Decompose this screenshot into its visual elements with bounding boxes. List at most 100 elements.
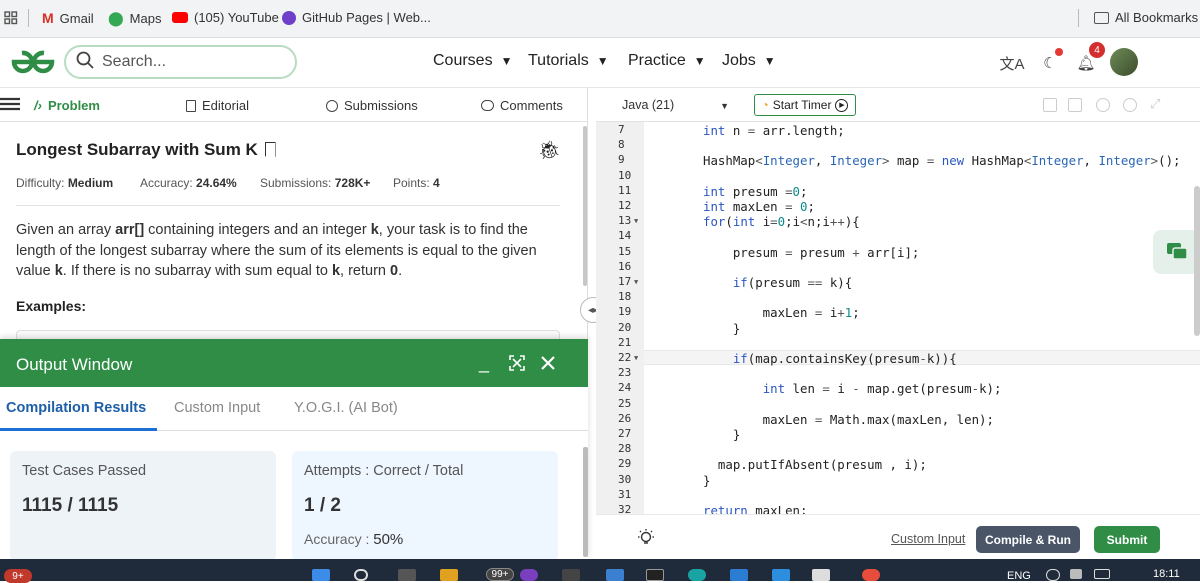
file-explorer-icon[interactable] [440,569,458,581]
accuracy: Accuracy: 24.64% [140,176,237,190]
bookmark-github-pages[interactable]: GitHub Pages | Web... [282,10,431,25]
edge-icon[interactable] [688,569,706,581]
desc-bold: k [54,263,63,279]
play-icon: ▶ [835,98,849,112]
task-view-icon[interactable] [398,569,416,581]
desc-text: Given an array [16,222,116,238]
mail-badge[interactable]: 99+ [486,568,514,581]
input-language[interactable]: ENG [1007,570,1031,582]
clock-icon [326,99,338,112]
expand-icon[interactable] [509,355,525,376]
copy-icon[interactable] [1043,98,1057,112]
line-number: 14 [618,229,632,243]
tab-yogi-ai-bot[interactable]: Y.O.G.I. (AI Bot) [294,400,398,416]
app-icon[interactable] [812,569,830,581]
code-line: HashMap<Integer, Integer> map = new Hash… [703,153,1181,169]
tab-comments[interactable]: Comments [481,98,563,113]
output-window-title: Output Window [16,355,133,374]
wifi-icon[interactable] [1046,569,1060,581]
nav-practice[interactable]: Practice ▼ [628,52,706,70]
code-area[interactable]: int n = arr.length; HashMap<Integer, Inte… [644,122,1200,514]
scrollbar[interactable] [583,447,588,557]
windows-start-icon[interactable] [312,569,330,581]
fold-arrow-icon[interactable]: ▼ [634,278,638,286]
points-value: 4 [433,176,440,190]
search-box[interactable]: Search... [64,45,297,79]
tab-custom-input[interactable]: Custom Input [174,400,260,416]
gfg-logo[interactable] [10,48,56,83]
bookmark-maps[interactable]: ⬤ Maps [108,10,161,27]
accuracy-row: Accuracy : 50% [304,531,403,548]
vscode-icon[interactable] [772,569,790,581]
desc-text: containing integers and an integer [144,222,371,238]
tab-editorial[interactable]: Editorial [186,98,249,113]
code-line: } [703,427,741,442]
nav-label: Jobs [722,52,756,69]
code-line: int presum =0; [703,183,808,199]
site-header: Search... Courses ▼ Tutorials ▼ Practice ▼ … [0,38,1200,88]
fullscreen-icon[interactable]: ⤢ [1150,96,1160,112]
line-number: 31 [618,487,632,501]
chevron-down-icon: ▼ [720,101,730,111]
search-icon[interactable] [354,569,368,581]
menu-icon[interactable] [0,97,20,111]
dark-mode-dot [1055,48,1063,56]
chrome-icon[interactable] [862,569,880,581]
code-line: maxLen = Math.max(maxLen, len); [703,411,994,427]
avatar[interactable] [1110,48,1138,76]
reset-icon[interactable] [1123,98,1137,112]
nav-label: Courses [433,52,493,69]
accuracy-label: Accuracy : [304,531,370,547]
language-select[interactable]: Java (21) ▼ [622,98,729,112]
nav-jobs[interactable]: Jobs ▼ [722,52,776,70]
line-number: 20 [618,320,632,334]
os-taskbar: 9+ 99+ ENG 18:11 [0,559,1200,583]
examples-heading: Examples: [16,298,87,314]
start-timer-button[interactable]: ◔ Start Timer ▶ [754,94,856,116]
tab-label: Submissions [344,98,418,113]
export-icon[interactable] [1068,98,1082,112]
compile-run-button[interactable]: Compile & Run [976,526,1080,553]
bookmark-gmail[interactable]: M Gmail [42,10,94,26]
apps-grid-icon[interactable] [4,11,18,25]
scrollbar[interactable] [1194,186,1200,336]
app-icon[interactable] [562,569,580,581]
difficulty-value: Medium [67,176,114,190]
app-icon[interactable] [520,569,538,581]
scrollbar[interactable] [583,126,587,286]
custom-input-link[interactable]: Custom Input [891,532,965,546]
notification-badge: 4 [1089,42,1105,58]
battery-icon[interactable] [1094,569,1110,579]
fold-arrow-icon[interactable]: ▼ [634,217,638,225]
submit-button[interactable]: Submit [1094,526,1160,553]
nav-tutorials[interactable]: Tutorials ▼ [528,52,609,70]
page-title: Longest Subarray with Sum K [16,140,276,160]
store-icon[interactable] [606,569,624,581]
line-number: 18 [618,290,632,304]
word-icon[interactable] [730,569,748,581]
lightbulb-icon[interactable] [636,528,656,553]
bookmark-icon[interactable] [264,142,276,157]
nav-courses[interactable]: Courses ▼ [433,52,512,70]
close-icon[interactable] [540,355,556,376]
editor-toolbar: Java (21) ▼ ◔ Start Timer ▶ ⤢ [596,88,1200,122]
chat-icon[interactable] [1153,230,1200,274]
tab-compilation-results[interactable]: Compilation Results [6,400,146,416]
all-bookmarks-button[interactable]: All Bookmarks [1094,10,1198,25]
problem-tabs: /› Problem Editorial Submissions Comment… [0,88,588,122]
active-tab-indicator [0,428,157,431]
report-bug-icon[interactable]: 🐞︎ [538,140,561,161]
search-input[interactable]: Search... [102,53,166,71]
submissions-label: Submissions: [260,176,332,190]
tab-submissions[interactable]: Submissions [326,98,418,113]
bookmark-youtube[interactable]: (105) YouTube [172,10,279,25]
translate-icon[interactable]: 文A [998,50,1026,76]
code-line: presum = presum + arr[i]; [703,244,920,260]
terminal-icon[interactable] [646,569,664,581]
settings-icon[interactable] [1096,98,1110,112]
fold-arrow-icon[interactable]: ▼ [634,354,638,362]
volume-icon[interactable] [1070,569,1082,579]
tab-problem[interactable]: /› Problem [34,98,100,113]
minimize-icon[interactable]: _ [479,353,489,374]
tab-label: Comments [500,98,563,113]
